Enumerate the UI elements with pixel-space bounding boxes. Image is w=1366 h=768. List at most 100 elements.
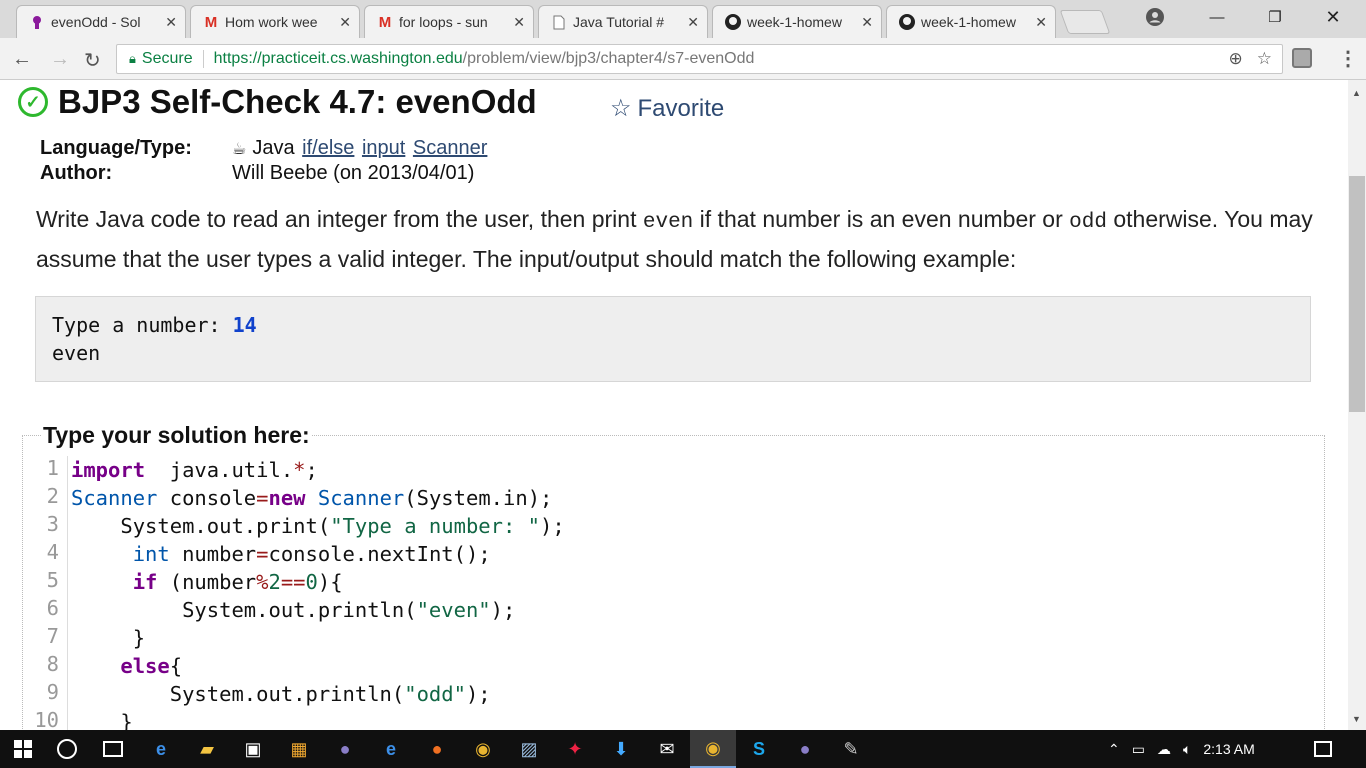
tray-chevron-icon[interactable]: ⌃ (1108, 741, 1120, 758)
battery-icon[interactable]: ▭ (1132, 741, 1145, 758)
tab-week1-b[interactable]: week-1-homew ✕ (886, 5, 1056, 38)
example-input: 14 (232, 313, 257, 337)
line-number: 8 (46, 652, 59, 676)
line-number: 7 (46, 624, 59, 648)
new-tab-button[interactable] (1059, 10, 1111, 34)
paint-brush-icon[interactable]: ✎ (828, 730, 874, 768)
example-output: even (52, 341, 101, 365)
scrollbar-thumb[interactable] (1349, 176, 1365, 412)
close-icon[interactable]: ✕ (861, 14, 873, 31)
store-icon[interactable]: ▣ (230, 730, 276, 768)
restore-icon[interactable]: ❐ (1246, 0, 1304, 34)
close-icon[interactable]: ✕ (513, 14, 525, 31)
windows-start-icon[interactable] (0, 730, 46, 768)
divider (202, 50, 204, 68)
tab-strip: evenOdd - Sol ✕ M Hom work wee ✕ M for l… (0, 0, 1366, 38)
minimize-icon[interactable]: — (1188, 0, 1246, 34)
firefox-icon[interactable]: ● (414, 730, 460, 768)
github-icon (899, 14, 915, 30)
internet-explorer-icon[interactable]: e (368, 730, 414, 768)
paint-icon[interactable]: ✦ (552, 730, 598, 768)
favorite-label: Favorite (637, 94, 725, 122)
language-key: Language/Type: (40, 137, 192, 159)
chrome-active-icon[interactable]: ◉ (690, 730, 736, 768)
tab-week1-a[interactable]: week-1-homew ✕ (712, 5, 882, 38)
favorite-button[interactable]: ☆ Favorite (610, 94, 724, 123)
author-value: Will Beebe (on 2013/04/01) (232, 162, 475, 184)
tab-for-loops[interactable]: M for loops - sun ✕ (364, 5, 534, 38)
practiceit-icon (29, 14, 45, 30)
tab-title: week-1-homew (747, 14, 842, 30)
action-center-icon[interactable] (1314, 730, 1332, 768)
line-number: 5 (46, 568, 59, 592)
url-path: /problem/view/bjp3/chapter4/s7-evenOdd (462, 50, 755, 67)
page-heading: ✓ BJP3 Self-Check 4.7: evenOdd (18, 83, 537, 121)
code-line[interactable]: } (71, 624, 145, 652)
back-icon[interactable]: ← (12, 48, 32, 71)
bookmark-star-icon[interactable]: ☆ (1257, 49, 1272, 69)
line-number: 2 (46, 484, 59, 508)
code-line[interactable]: int number=console.nextInt(); (71, 540, 491, 568)
forward-icon[interactable]: → (50, 48, 70, 71)
code-line[interactable]: System.out.println("even"); (71, 596, 515, 624)
cloud-icon[interactable]: ☁ (1157, 741, 1171, 758)
scroll-down-icon[interactable]: ▼ (1352, 714, 1361, 724)
tab-evenodd[interactable]: evenOdd - Sol ✕ (16, 5, 186, 38)
volume-icon[interactable]: 🔈︎ (1183, 741, 1191, 758)
scroll-up-icon[interactable]: ▲ (1352, 88, 1361, 98)
close-icon[interactable]: ✕ (339, 14, 351, 31)
clock-time[interactable]: 2:13 AM (1203, 741, 1254, 757)
extension-icon[interactable] (1292, 48, 1312, 68)
skype-icon[interactable]: S (736, 730, 782, 768)
example-prompt: Type a number: (52, 313, 233, 337)
close-icon[interactable]: ✕ (687, 14, 699, 31)
code-line[interactable]: System.out.print("Type a number: "); (71, 512, 564, 540)
line-number: 9 (46, 680, 59, 704)
language-value: Java (252, 137, 295, 159)
system-tray: ⌃ ▭ ☁ 🔈︎ 2:13 AM (1108, 730, 1255, 768)
star-icon: ☆ (610, 95, 632, 122)
close-icon[interactable]: ✕ (165, 14, 177, 31)
tab-title: Hom work wee (225, 14, 318, 30)
menu-icon[interactable]: ⋮ (1338, 46, 1358, 71)
code-line[interactable]: System.out.println("odd"); (71, 680, 491, 708)
code-editor[interactable]: 1 2 3 4 5 6 7 8 9 10 import java.util.*;… (25, 456, 1325, 756)
page-title: BJP3 Self-Check 4.7: evenOdd (58, 83, 537, 120)
code-line[interactable]: Scanner console=new Scanner(System.in); (71, 484, 552, 512)
edge-icon[interactable]: e (138, 730, 184, 768)
tab-homework[interactable]: M Hom work wee ✕ (190, 5, 360, 38)
tab-title: evenOdd - Sol (51, 14, 141, 30)
tag-input[interactable]: input (362, 137, 405, 159)
author-key: Author: (40, 162, 113, 184)
tab-java-tutorial[interactable]: Java Tutorial # ✕ (538, 5, 708, 38)
search-circle-icon[interactable] (44, 730, 90, 768)
chrome-icon[interactable]: ◉ (460, 730, 506, 768)
tag-if-else[interactable]: if/else (302, 137, 354, 159)
zoom-icon[interactable]: ⊕ (1229, 49, 1243, 69)
gmail-icon: M (378, 13, 392, 31)
code-line[interactable]: import java.util.*; (71, 456, 318, 484)
code-line[interactable]: if (number%2==0){ (71, 568, 343, 596)
reload-icon[interactable]: ↻ (84, 48, 101, 73)
profile-icon[interactable] (1126, 0, 1184, 34)
eclipse-icon[interactable]: ● (322, 730, 368, 768)
close-window-icon[interactable]: ✕ (1304, 0, 1362, 34)
close-icon[interactable]: ✕ (1035, 14, 1047, 31)
file-explorer-icon[interactable]: ▰ (184, 730, 230, 768)
download-icon[interactable]: ⬇ (598, 730, 644, 768)
tag-scanner[interactable]: Scanner (413, 137, 488, 159)
line-number: 10 (34, 708, 59, 732)
tab-title: Java Tutorial # (573, 14, 665, 30)
photos-icon[interactable]: ▨ (506, 730, 552, 768)
task-view-icon[interactable] (90, 730, 136, 768)
language-value-group: ☕︎ Java if/else input Scanner (232, 137, 487, 160)
app-grid-icon[interactable]: ▦ (276, 730, 322, 768)
code-line[interactable]: else{ (71, 652, 182, 680)
eclipse-alt-icon[interactable]: ● (782, 730, 828, 768)
address-bar[interactable]: 🔒︎ Secure https://practiceit.cs.washingt… (116, 44, 1283, 74)
mail-icon[interactable]: ✉ (644, 730, 690, 768)
problem-description: Write Java code to read an integer from … (36, 201, 1326, 277)
desc-odd: odd (1069, 211, 1107, 234)
desc-even: even (642, 211, 694, 234)
url-host: https://practiceit.cs.washington.edu (213, 50, 463, 67)
